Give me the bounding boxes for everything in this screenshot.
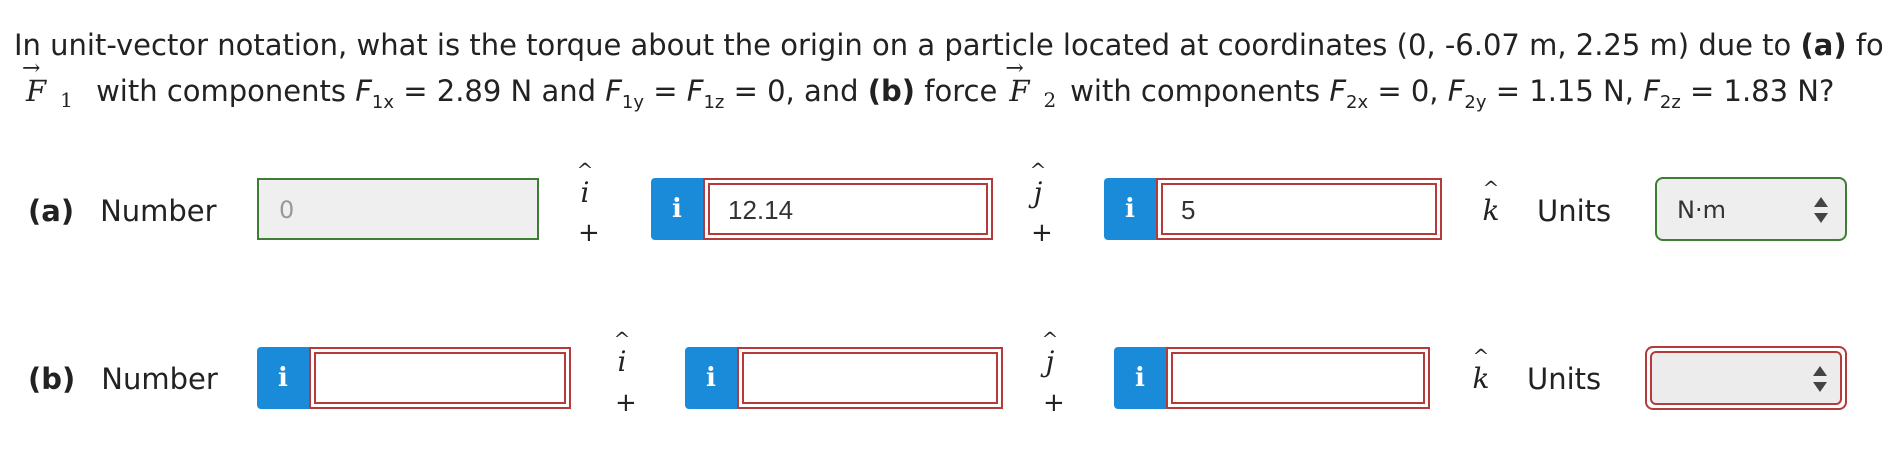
f2y-value: = 1.15 N, bbox=[1486, 74, 1644, 108]
components-text-b: with components bbox=[1070, 74, 1330, 108]
info-button[interactable]: i bbox=[257, 347, 309, 409]
row-b-units-label: Units bbox=[1527, 362, 1602, 396]
question-intro: In unit-vector notation, what is the tor… bbox=[14, 28, 1801, 62]
f2z-subscript: 2z bbox=[1659, 92, 1681, 113]
row-a-units-select[interactable]: N·m bbox=[1655, 177, 1847, 241]
vector-f2: → F bbox=[1005, 56, 1029, 114]
unit-j-icon: ^ j bbox=[1029, 158, 1047, 209]
row-a-j-input[interactable]: 12.14 bbox=[703, 178, 993, 240]
question-text: In unit-vector notation, what is the tor… bbox=[14, 22, 1882, 114]
f2z-symbol: F bbox=[1643, 74, 1660, 108]
info-button[interactable]: i bbox=[1114, 347, 1166, 409]
info-button[interactable]: i bbox=[685, 347, 737, 409]
part-b-marker: (b) bbox=[867, 74, 916, 108]
row-a-k-value[interactable]: 5 bbox=[1161, 183, 1437, 235]
row-b-marker: (b) bbox=[28, 362, 76, 396]
f1z-value: = 0, and bbox=[724, 74, 868, 108]
row-a-label: (a) Number bbox=[28, 194, 217, 228]
f2y-subscript: 2y bbox=[1464, 92, 1487, 113]
unit-j-icon: ^ j bbox=[1041, 327, 1059, 378]
info-button[interactable]: i bbox=[1104, 178, 1156, 240]
vector-f2-subscript: 2 bbox=[1043, 88, 1057, 112]
row-a-i-input[interactable]: 0 bbox=[257, 178, 539, 240]
f1z-symbol: F bbox=[686, 74, 704, 108]
components-text: with components bbox=[86, 74, 356, 108]
vector-arrow-icon: → bbox=[1005, 56, 1024, 81]
row-b-label: (b) Number bbox=[28, 362, 218, 396]
row-b-i-value[interactable] bbox=[314, 352, 566, 404]
f2y-symbol: F bbox=[1447, 74, 1465, 108]
select-arrows-icon bbox=[1814, 196, 1828, 224]
row-a-j-value[interactable]: 12.14 bbox=[708, 183, 988, 235]
force-word-b: force bbox=[915, 74, 998, 108]
f2x-value: = 0, bbox=[1368, 74, 1448, 108]
row-a-number-label: Number bbox=[100, 194, 217, 228]
row-b-number-label: Number bbox=[101, 362, 218, 396]
row-a-k-input[interactable]: 5 bbox=[1156, 178, 1442, 240]
f1z-subscript: 1z bbox=[703, 92, 725, 113]
info-button[interactable]: i bbox=[651, 178, 703, 240]
f1x-value: = 2.89 N and bbox=[394, 74, 606, 108]
unit-k-icon: ^ k bbox=[1472, 344, 1490, 395]
row-a-marker: (a) bbox=[28, 194, 75, 228]
row-b-j-input[interactable] bbox=[737, 347, 1003, 409]
vector-f1: → F bbox=[22, 56, 46, 114]
f1x-symbol: F bbox=[355, 74, 372, 108]
part-a-marker: (a) bbox=[1800, 28, 1847, 62]
select-arrows-icon bbox=[1813, 365, 1827, 393]
vector-f1-subscript: 1 bbox=[60, 88, 73, 112]
row-a-units-value: N·m bbox=[1677, 196, 1726, 224]
unit-i-icon: ^ i bbox=[576, 158, 594, 209]
force-word: force bbox=[1855, 28, 1882, 62]
row-b-units-select[interactable] bbox=[1645, 346, 1847, 410]
f2z-value: = 1.83 N? bbox=[1680, 74, 1835, 108]
row-b-k-value[interactable] bbox=[1171, 352, 1425, 404]
plus-sign: + bbox=[615, 388, 637, 418]
f2x-symbol: F bbox=[1329, 74, 1346, 108]
f1y-equals: = bbox=[644, 74, 687, 108]
unit-i-icon: ^ i bbox=[613, 327, 631, 378]
plus-sign: + bbox=[578, 218, 600, 248]
f2x-subscript: 2x bbox=[1346, 92, 1369, 113]
vector-arrow-icon: → bbox=[22, 56, 41, 81]
row-a-units-label: Units bbox=[1537, 194, 1612, 228]
f1x-subscript: 1x bbox=[371, 92, 395, 113]
f1y-symbol: F bbox=[605, 74, 622, 108]
question-line-1: In unit-vector notation, what is the tor… bbox=[14, 22, 1882, 68]
row-b-k-input[interactable] bbox=[1166, 347, 1430, 409]
f1y-subscript: 1y bbox=[621, 92, 645, 113]
plus-sign: + bbox=[1031, 218, 1053, 248]
row-b-j-value[interactable] bbox=[742, 352, 998, 404]
plus-sign: + bbox=[1043, 388, 1065, 418]
unit-k-icon: ^ k bbox=[1482, 176, 1500, 227]
question-line-2: → F 1 with components F 1x = 2.89 N and F 1y… bbox=[14, 56, 1874, 114]
row-b-i-input[interactable] bbox=[309, 347, 571, 409]
